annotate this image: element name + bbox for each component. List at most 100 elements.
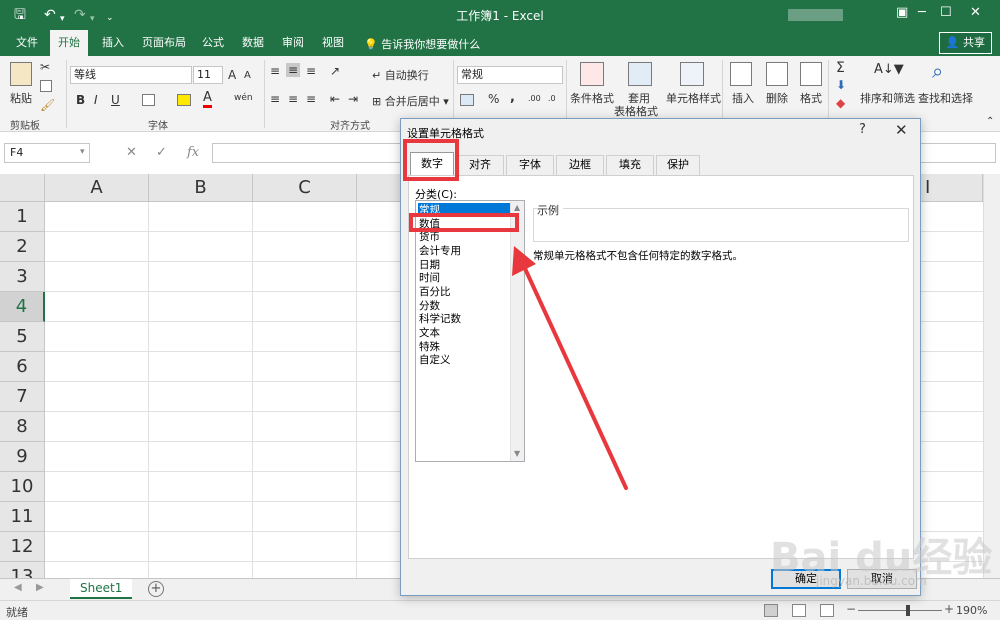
find-select-icon[interactable]: ⌕ <box>932 59 943 83</box>
tell-me-box[interactable]: 💡 告诉我你想要做什么 <box>364 36 480 52</box>
category-custom[interactable]: 自定义 <box>418 353 510 367</box>
autosum-icon[interactable]: Σ <box>836 60 845 76</box>
tab-file[interactable]: 文件 <box>8 30 46 56</box>
conditional-format-button[interactable]: 条件格式 <box>570 90 614 106</box>
scroll-left-icon[interactable]: ◀ <box>14 582 22 593</box>
row-header-1[interactable]: 1 <box>0 202 45 232</box>
tab-page-layout[interactable]: 页面布局 <box>134 30 194 56</box>
wrap-text-button[interactable]: ↵ 自动换行 <box>372 67 429 83</box>
row-header-10[interactable]: 10 <box>0 472 45 502</box>
format-cells-icon[interactable] <box>800 62 822 86</box>
paste-label[interactable]: 粘贴 <box>10 90 32 106</box>
percent-button[interactable]: % <box>488 92 499 106</box>
row-header-12[interactable]: 12 <box>0 532 45 562</box>
name-box[interactable]: F4 <box>4 143 90 163</box>
dialog-close-icon[interactable]: ✕ <box>895 121 908 139</box>
scroll-down-icon[interactable]: ▼ <box>514 449 520 458</box>
sheet-tab-sheet1[interactable]: Sheet1 <box>70 579 133 599</box>
normal-view-icon[interactable] <box>764 604 778 617</box>
font-color-button[interactable]: A <box>203 91 212 108</box>
increase-indent-icon[interactable]: ⇥ <box>348 92 358 106</box>
tab-alignment[interactable]: 对齐 <box>456 155 504 175</box>
align-left-icon[interactable]: ≡ <box>270 92 280 106</box>
format-as-table-icon[interactable] <box>628 62 652 86</box>
scroll-right-icon[interactable]: ▶ <box>36 582 44 593</box>
row-header-11[interactable]: 11 <box>0 502 45 532</box>
tab-data[interactable]: 数据 <box>234 30 272 56</box>
format-cells-button[interactable]: 格式 <box>800 90 822 106</box>
zoom-slider[interactable] <box>858 610 942 611</box>
close-button[interactable]: ✕ <box>970 5 981 20</box>
select-all-corner[interactable] <box>0 174 45 202</box>
decrease-indent-icon[interactable]: ⇤ <box>330 92 340 106</box>
copy-icon[interactable] <box>40 80 52 92</box>
grow-font-button[interactable]: A <box>228 68 236 82</box>
collapse-ribbon-icon[interactable]: ⌃ <box>986 116 994 127</box>
phonetic-button[interactable]: wén <box>234 93 253 103</box>
tab-review[interactable]: 审阅 <box>274 30 312 56</box>
shrink-font-button[interactable]: A <box>244 70 251 81</box>
name-box-dropdown-icon[interactable]: ▾ <box>80 147 85 157</box>
tab-border[interactable]: 边框 <box>556 155 604 175</box>
conditional-format-icon[interactable] <box>580 62 604 86</box>
clear-icon[interactable]: ◆ <box>836 96 845 110</box>
column-header-i[interactable]: I <box>921 174 983 202</box>
insert-function-icon[interactable]: fx <box>187 145 199 160</box>
fill-color-icon[interactable] <box>177 94 191 106</box>
tab-protection[interactable]: 保护 <box>656 155 700 175</box>
column-header-a[interactable]: A <box>45 174 149 202</box>
format-as-table-label-2[interactable]: 表格格式 <box>614 103 658 119</box>
minimize-button[interactable]: ─ <box>918 5 926 20</box>
vertical-scrollbar[interactable] <box>983 174 1000 578</box>
delete-cells-icon[interactable] <box>766 62 788 86</box>
bold-button[interactable]: B <box>76 93 85 107</box>
column-header-c[interactable]: C <box>253 174 357 202</box>
page-break-view-icon[interactable] <box>820 604 834 617</box>
category-list[interactable]: 常规 数值 货币 会计专用 日期 时间 百分比 分数 科学记数 文本 特殊 自定… <box>415 200 525 462</box>
tab-formulas[interactable]: 公式 <box>194 30 232 56</box>
category-scrollbar[interactable]: ▲ ▼ <box>510 201 524 461</box>
cut-icon[interactable]: ✂ <box>40 60 50 74</box>
row-header-9[interactable]: 9 <box>0 442 45 472</box>
row-header-5[interactable]: 5 <box>0 322 45 352</box>
accounting-format-icon[interactable] <box>460 94 474 106</box>
row-header-6[interactable]: 6 <box>0 352 45 382</box>
column-header-b[interactable]: B <box>149 174 253 202</box>
tab-font[interactable]: 字体 <box>506 155 554 175</box>
cancel-icon[interactable]: ✕ <box>126 145 137 160</box>
restore-button[interactable]: ☐ <box>940 5 952 20</box>
borders-icon[interactable] <box>142 94 155 106</box>
zoom-out-icon[interactable]: − <box>846 602 856 616</box>
tab-home[interactable]: 开始 <box>50 30 88 56</box>
category-fraction[interactable]: 分数 <box>418 299 510 313</box>
cell-styles-button[interactable]: 单元格样式 <box>666 90 721 106</box>
merge-center-button[interactable]: ⊞ 合并后居中 ▾ <box>372 93 449 109</box>
row-header-8[interactable]: 8 <box>0 412 45 442</box>
row-header-2[interactable]: 2 <box>0 232 45 262</box>
category-time[interactable]: 时间 <box>418 271 510 285</box>
underline-button[interactable]: U <box>111 93 120 107</box>
decrease-decimal-icon[interactable]: .0 <box>548 94 556 103</box>
sort-filter-button[interactable]: 排序和筛选 <box>860 90 915 106</box>
tab-insert[interactable]: 插入 <box>94 30 132 56</box>
font-size-select[interactable]: 11 <box>193 66 223 84</box>
help-icon[interactable]: ? <box>859 122 866 137</box>
align-center-icon[interactable]: ≡ <box>288 92 298 106</box>
font-name-select[interactable]: 等线 <box>70 66 192 84</box>
orientation-icon[interactable]: ↗ <box>330 64 340 78</box>
row-header-3[interactable]: 3 <box>0 262 45 292</box>
increase-decimal-button[interactable]: .00 <box>528 94 541 103</box>
zoom-level[interactable]: 190% <box>956 604 987 617</box>
align-right-icon[interactable]: ≡ <box>306 92 316 106</box>
row-header-13[interactable]: 13 <box>0 562 45 578</box>
comma-button[interactable]: , <box>510 90 515 105</box>
sort-filter-icon[interactable]: A↓▼ <box>874 62 904 77</box>
align-bottom-icon[interactable]: ≡ <box>306 64 316 78</box>
align-middle-icon[interactable]: ≡ <box>286 63 301 77</box>
format-painter-icon[interactable]: 🖌 <box>40 98 55 112</box>
fill-icon[interactable]: ⬇ <box>836 78 846 92</box>
ribbon-display-icon[interactable]: ▣ <box>896 5 908 20</box>
category-special[interactable]: 特殊 <box>418 340 510 354</box>
category-scientific[interactable]: 科学记数 <box>418 312 510 326</box>
tab-view[interactable]: 视图 <box>314 30 352 56</box>
